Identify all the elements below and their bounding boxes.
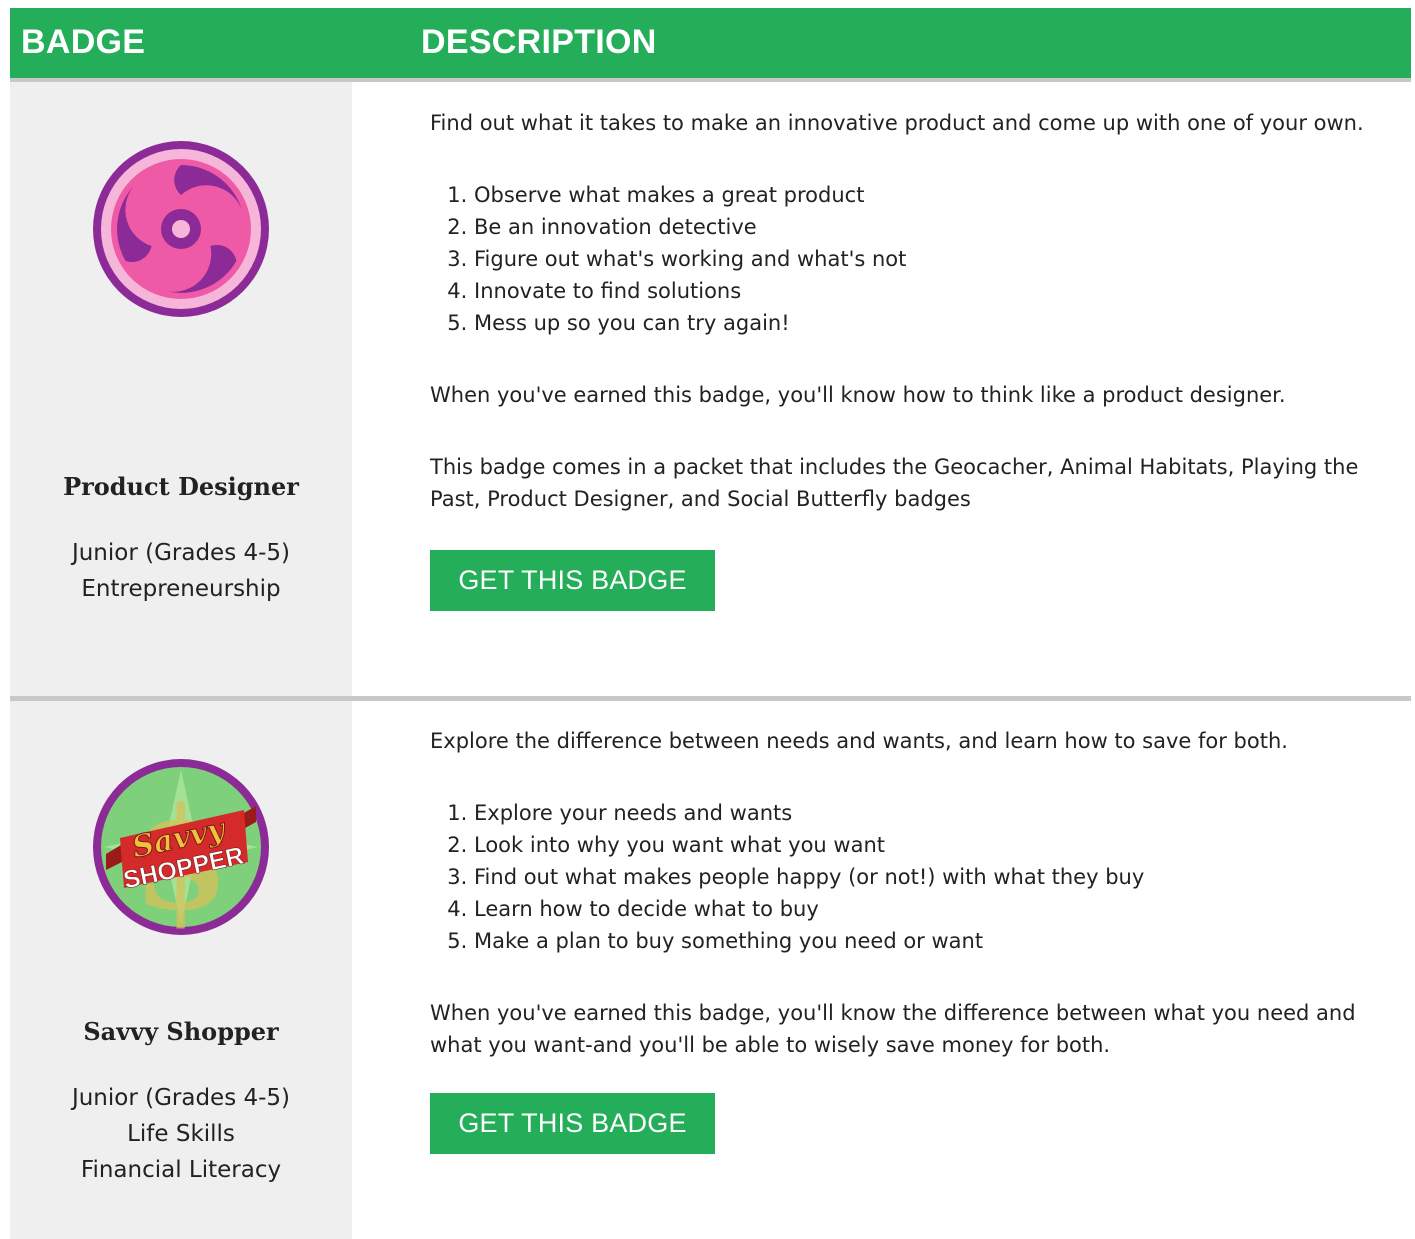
header-description-label: DESCRIPTION	[421, 23, 657, 61]
get-badge-button[interactable]: GET THIS BADGE	[430, 1093, 715, 1154]
get-badge-button[interactable]: GET THIS BADGE	[430, 550, 715, 611]
badge-panel: $ Savvy SHOPPER Savvy Shopper Junior (Gr…	[10, 701, 352, 1239]
list-item: Observe what makes a great product	[474, 179, 906, 211]
badge-panel: Product Designer Junior (Grades 4-5) Ent…	[10, 82, 352, 696]
product-designer-badge-icon	[93, 141, 269, 317]
list-item: Look into why you want what you want	[474, 829, 1144, 861]
list-item: Figure out what's working and what's not	[474, 243, 906, 275]
description-outro: When you've earned this badge, you'll kn…	[430, 383, 1286, 407]
list-item: Make a plan to buy something you need or…	[474, 925, 1144, 957]
table-header: BADGE DESCRIPTION	[10, 8, 1411, 82]
description-note: This badge comes in a packet that includ…	[430, 455, 1359, 511]
steps-list: Explore your needs and wants Look into w…	[430, 797, 1144, 957]
description-outro: When you've earned this badge, you'll kn…	[430, 1001, 1356, 1057]
list-item: Innovate to find solutions	[474, 275, 906, 307]
description-intro: Find out what it takes to make an innova…	[430, 111, 1364, 135]
list-item: Explore your needs and wants	[474, 797, 1144, 829]
description-intro: Explore the difference between needs and…	[430, 729, 1288, 753]
list-item: Find out what makes people happy (or not…	[474, 861, 1144, 893]
badge-table: BADGE DESCRIPTION Product Designer Junio…	[10, 8, 1411, 1239]
badge-level: Junior (Grades 4-5)	[71, 540, 291, 566]
steps-list: Observe what makes a great product Be an…	[430, 179, 906, 339]
badge-name: Product Designer	[63, 472, 299, 501]
badge-level: Junior (Grades 4-5)	[71, 1085, 291, 1111]
badge-meta: Junior (Grades 4-5) Entrepreneurship	[10, 535, 352, 607]
badge-category: Life Skills	[127, 1121, 235, 1147]
badge-name: Savvy Shopper	[83, 1017, 279, 1046]
list-item: Mess up so you can try again!	[474, 307, 906, 339]
list-item: Learn how to decide what to buy	[474, 893, 1144, 925]
table-row: $ Savvy SHOPPER Savvy Shopper Junior (Gr…	[10, 701, 1411, 1239]
badge-meta: Junior (Grades 4-5) Life Skills Financia…	[10, 1080, 352, 1188]
header-badge-label: BADGE	[21, 23, 146, 61]
table-row: Product Designer Junior (Grades 4-5) Ent…	[10, 82, 1411, 696]
badge-category: Entrepreneurship	[81, 576, 281, 602]
savvy-shopper-badge-icon: $ Savvy SHOPPER	[93, 759, 269, 936]
list-item: Be an innovation detective	[474, 211, 906, 243]
badge-subcategory: Financial Literacy	[80, 1157, 282, 1183]
